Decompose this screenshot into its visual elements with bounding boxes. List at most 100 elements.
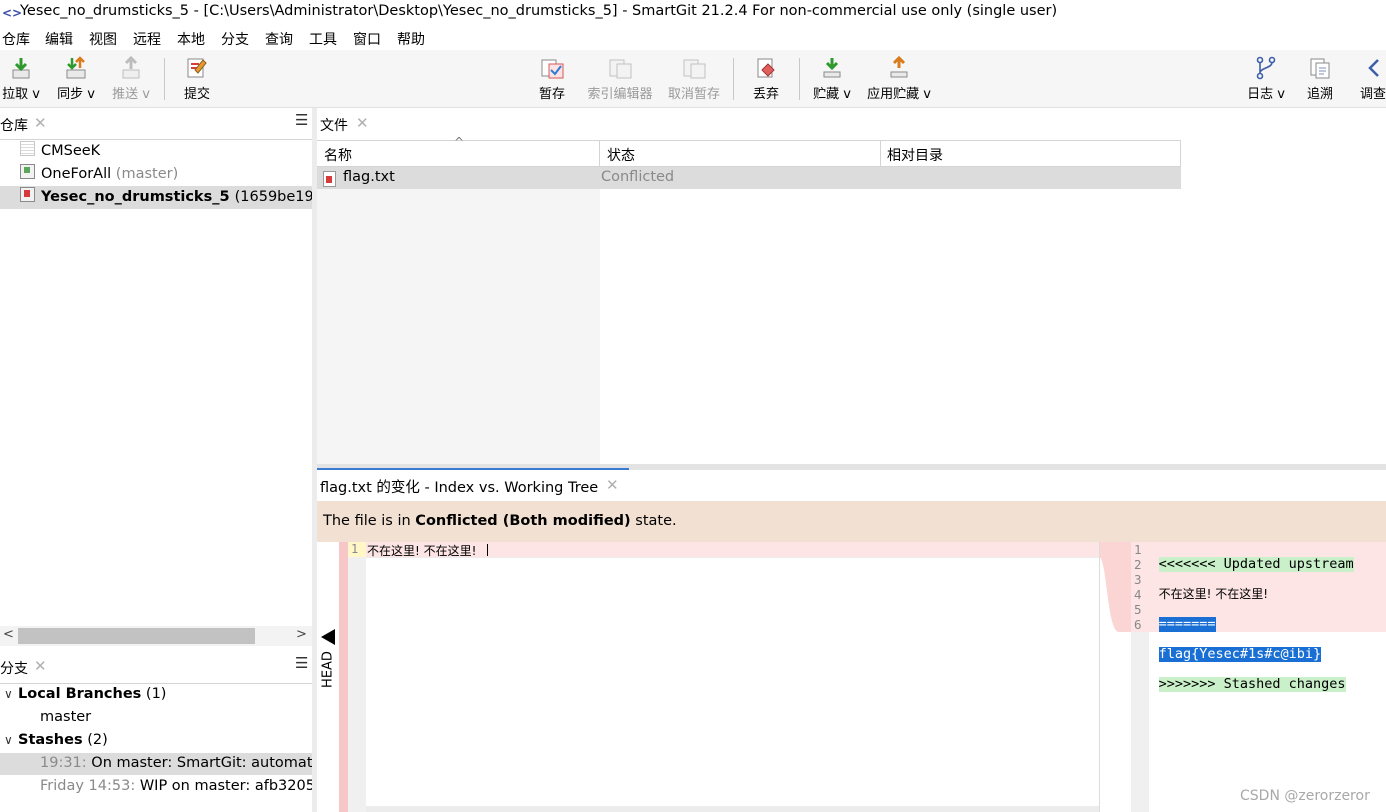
menu-local[interactable]: 本地 [177,29,205,49]
blame-button[interactable]: 追溯 [1303,56,1337,102]
window-title: Yesec_no_drumsticks_5 - [C:\Users\Admini… [20,3,1058,19]
commit-icon [187,58,207,78]
conflict-banner: The file is in Conflicted (Both modified… [317,501,1386,542]
chevron-down-icon[interactable]: ∨ [4,733,18,747]
table-row[interactable]: flag.txt Conflicted [317,167,1181,189]
file-state: Conflicted [601,169,675,185]
investigate-icon [1368,59,1379,77]
apply-stash-button[interactable]: 应用贮藏 v [863,56,935,102]
stage-icon [541,59,564,79]
close-icon[interactable]: ✕ [34,657,47,675]
column-divider [1180,141,1181,166]
panel-menu-icon[interactable]: ☰ [295,111,308,129]
diff-tab-title[interactable]: flag.txt 的变化 - Index vs. Working Tree [320,476,598,497]
column-header-relative-dir[interactable]: 相对目录 [887,145,943,165]
menu-tools[interactable]: 工具 [309,29,337,49]
scrollbar-thumb[interactable] [18,628,255,644]
right-line-numbers: 1 2 3 4 5 6 [1134,542,1142,632]
menu-branch[interactable]: 分支 [221,29,249,49]
divider [0,139,312,140]
horizontal-scrollbar[interactable]: < > [0,626,312,646]
index-editor-button[interactable]: 索引编辑器 [584,56,656,102]
menu-repository[interactable]: 仓库 [2,29,30,49]
code-line[interactable]: >>>>>>> Stashed changes [1158,677,1346,692]
toolbar-separator [733,58,734,100]
branch-item-master[interactable]: master [40,709,91,725]
head-gutter: HEAD [317,542,339,812]
unstage-button[interactable]: 取消暂存 [664,56,724,102]
line-number: 1 [351,542,359,556]
watermark: CSDN @zerorzeror [1240,788,1370,804]
repo-item-cmseek[interactable]: CMSeeK [20,141,100,163]
line-number: 5 [1134,602,1142,617]
panel-menu-icon[interactable]: ☰ [295,654,308,672]
repo-item-oneforall[interactable]: OneForAll (master) [20,164,178,186]
close-icon[interactable]: ✕ [356,114,369,132]
column-divider [599,141,600,166]
line-number: 1 [1134,542,1142,557]
column-header-state[interactable]: 状态 [607,145,635,165]
arrow-left-icon[interactable] [320,628,336,646]
branches-panel-header: 分支 ✕ ☰ [0,652,312,684]
menu-edit[interactable]: 编辑 [45,29,73,49]
push-button[interactable]: 推送 v [110,56,152,102]
menu-query[interactable]: 查询 [265,29,293,49]
divider [0,683,312,684]
scrollbar-track[interactable] [366,806,1100,812]
push-icon [122,56,140,79]
menu-view[interactable]: 视图 [89,29,117,49]
text-cursor [487,544,488,556]
local-branches-node[interactable]: ∨ Local Branches (1) [0,686,166,708]
banner-text: The file is in Conflicted (Both modified… [323,513,677,529]
repo-item-yesec[interactable]: Yesec_no_drumsticks_5 (1659be19: y [20,187,332,209]
sync-button[interactable]: 同步 v [55,56,97,102]
menu-window[interactable]: 窗口 [353,29,381,49]
repositories-title: 仓库 [0,118,28,134]
log-button[interactable]: 日志 v [1244,56,1288,102]
scroll-left-icon[interactable]: < [3,627,14,642]
repository-icon [20,164,35,179]
stash-button[interactable]: 贮藏 v [810,56,854,102]
discard-icon [757,58,775,78]
stash-icon [823,58,841,78]
chevron-down-icon[interactable]: ∨ [4,687,18,701]
commit-button[interactable]: 提交 [178,56,216,102]
menu-remote[interactable]: 远程 [133,29,161,49]
conflicted-repository-icon [20,187,35,202]
sort-ascending-icon: ^ [454,135,465,149]
code-line[interactable]: flag{Yesec#1s#c@ibi} [1158,647,1322,662]
code-line[interactable]: ======= [1158,617,1216,632]
close-icon[interactable]: ✕ [606,476,619,494]
right-code[interactable]: <<<<<<< Updated upstream 不在这里! 不在这里! ===… [1150,542,1386,722]
head-label: HEAD [320,651,336,688]
code-line[interactable]: <<<<<<< Updated upstream [1158,557,1354,572]
close-icon[interactable]: ✕ [34,114,47,132]
menu-help[interactable]: 帮助 [397,29,425,49]
scroll-right-icon[interactable]: > [296,627,307,642]
code-line[interactable]: 不在这里! 不在这里! [1159,587,1268,602]
line-number: 4 [1134,587,1142,602]
line-number: 3 [1134,572,1142,587]
stash-item[interactable]: 19:31: On master: SmartGit: automatic [40,755,312,771]
stage-button[interactable]: 暂存 [535,56,569,102]
log-icon [1256,56,1276,80]
branches-title: 分支 [0,661,28,677]
pull-button[interactable]: 拉取 v [0,56,42,102]
diff-tab-bar: flag.txt 的变化 - Index vs. Working Tree ✕ [317,470,1386,501]
sync-icon [66,56,86,79]
repositories-panel-header: 仓库 ✕ ☰ [0,108,312,140]
discard-button[interactable]: 丢弃 [749,56,783,102]
unstage-icon [683,59,706,79]
stashes-node[interactable]: ∨ Stashes (2) [0,732,108,754]
toolbar-separator [799,58,800,100]
conflict-marker-bar [339,542,348,812]
diff-connector [1099,542,1131,812]
blame-icon [1310,58,1330,79]
menu-bar: 仓库 编辑 视图 远程 本地 分支 查询 工具 窗口 帮助 [0,26,1386,50]
stash-item[interactable]: Friday 14:53: WIP on master: afb3205 [40,778,312,794]
investigate-button[interactable]: 调查 [1360,56,1386,102]
index-editor-icon [609,59,632,79]
toolbar-separator [164,58,165,100]
column-header-name[interactable]: 名称 [324,145,352,165]
files-panel-header: 文件 ✕ [317,108,1386,140]
